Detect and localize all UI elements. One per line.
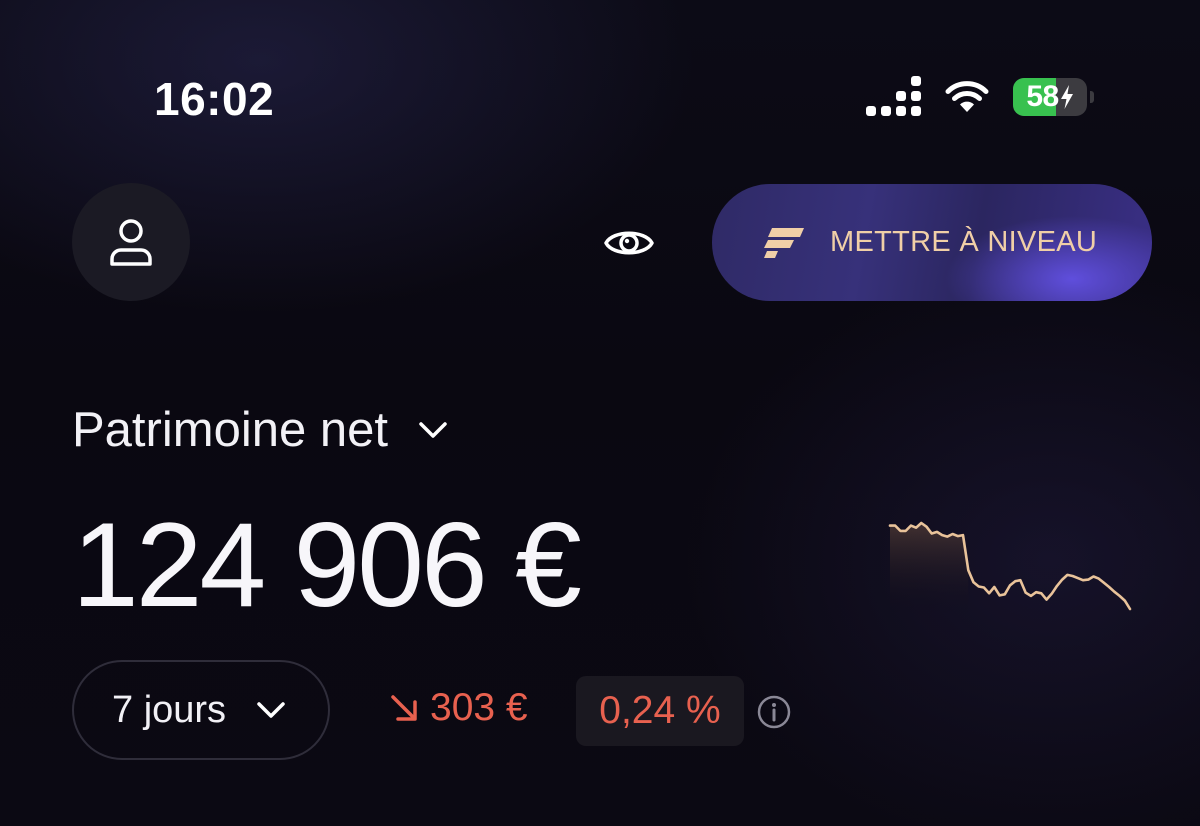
wifi-icon [945,81,989,112]
battery-percent: 58 [1026,80,1059,113]
arrow-down-right-icon [391,695,417,721]
change-percent: 0,24 % [599,689,721,732]
upgrade-label: METTRE À NIVEAU [830,226,1098,258]
user-icon [110,219,152,266]
period-label: 7 jours [112,688,227,731]
chevron-down-icon [257,702,285,718]
battery-cap [1090,91,1094,103]
toggle-visibility-button[interactable] [596,214,662,272]
change-percent-badge: 0,24 % [576,676,744,746]
period-selector[interactable]: 7 jours [72,660,330,760]
charging-bolt-icon [1060,85,1073,109]
net-worth-amount: 124 906 € [72,498,582,632]
chevron-down-icon [419,422,447,438]
brand-logo-icon [764,227,804,258]
app-screen: 16:02 58 METTRE À NIVEAU Patrimoine net … [0,0,1200,826]
change-amount-group: 303 € [388,686,528,730]
change-amount: 303 € [430,686,528,729]
eye-icon [604,231,654,255]
upgrade-button[interactable]: METTRE À NIVEAU [712,184,1152,301]
info-icon [757,695,791,729]
status-time: 16:02 [154,73,275,125]
signal-icon [866,76,921,116]
info-button[interactable] [756,694,792,730]
net-worth-selector[interactable]: Patrimoine net [72,402,448,458]
net-worth-title: Patrimoine net [72,403,388,457]
battery-icon: 58 [1013,78,1094,116]
profile-button[interactable] [72,183,190,301]
sparkline-chart [888,521,1132,615]
status-icons: 58 [866,76,1094,116]
